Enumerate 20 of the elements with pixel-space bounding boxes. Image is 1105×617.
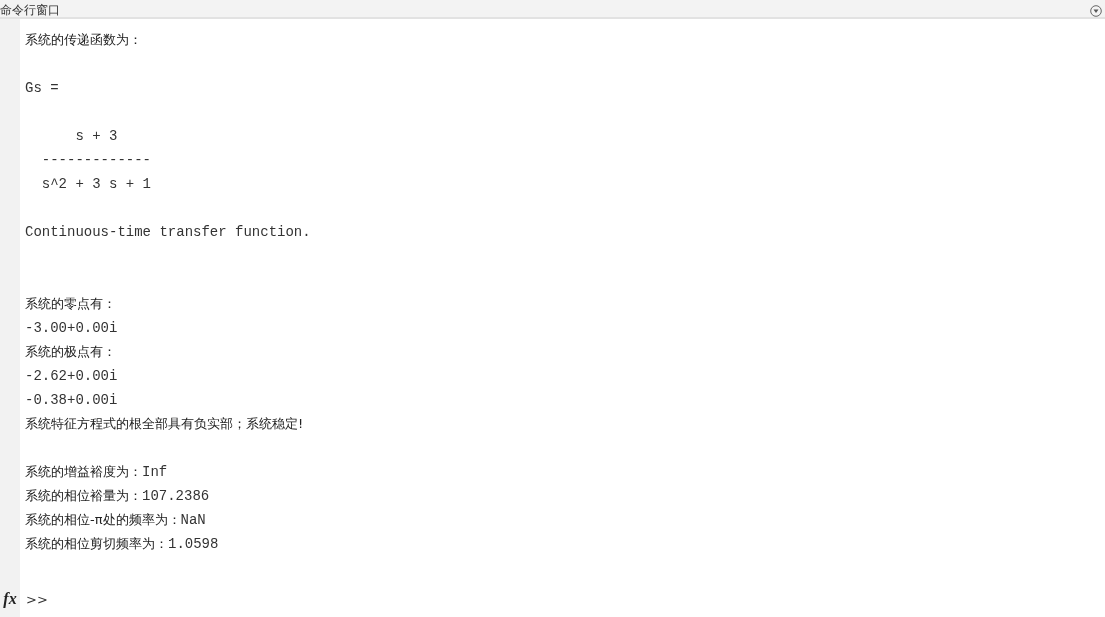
function-icon[interactable]: fx	[0, 581, 20, 617]
output-line: 系统的极点有：	[25, 342, 116, 361]
output-line: 系统的相位裕量为：107.2386	[25, 486, 210, 505]
window-title: 命令行窗口	[0, 3, 60, 17]
collapse-icon[interactable]	[1090, 5, 1102, 17]
output-line: 系统的传递函数为：	[25, 30, 142, 49]
output-line: s + 3	[74, 127, 118, 144]
output-line: 系统的增益裕度为：Inf	[25, 462, 168, 481]
output-line: 系统的相位剪切频率为：1.0598	[25, 534, 219, 553]
command-prompt[interactable]: >>	[26, 591, 48, 607]
output-line: 系统特征方程式的根全部具有负实部；系统稳定!	[25, 414, 304, 433]
output-line: Gs =	[25, 79, 59, 96]
output-line: Continuous-time transfer function.	[25, 223, 311, 240]
output-line: -------------	[40, 151, 152, 168]
output-line: -2.62+0.00i	[25, 367, 118, 384]
output-line: 系统的相位-π处的频率为：NaN	[25, 510, 206, 529]
output-line: -0.38+0.00i	[25, 391, 118, 408]
output-line: s^2 + 3 s + 1	[40, 175, 152, 192]
output-line: 系统的零点有：	[25, 294, 116, 313]
output-line: -3.00+0.00i	[25, 319, 118, 336]
